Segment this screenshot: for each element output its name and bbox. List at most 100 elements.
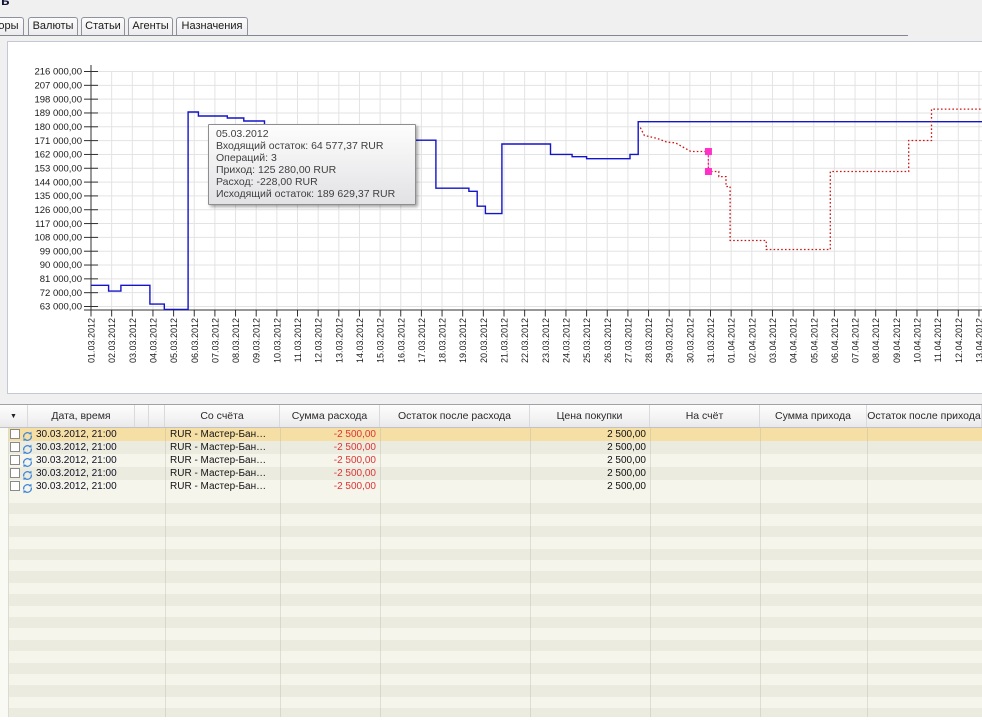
y-axis-label: 72 000,00 bbox=[40, 288, 82, 299]
empty-stripe bbox=[8, 594, 982, 605]
header-cell[interactable]: Цена покупки bbox=[530, 405, 650, 427]
x-axis-label: 17.03.2012 bbox=[417, 318, 427, 363]
cell-expense: -2 500,00 bbox=[280, 441, 376, 454]
x-axis-label: 23.03.2012 bbox=[541, 318, 551, 363]
selected-operation-marker[interactable] bbox=[705, 168, 712, 175]
x-axis-label: 06.03.2012 bbox=[190, 318, 200, 363]
row-checkbox[interactable] bbox=[10, 468, 20, 478]
cell-purchase-price: 2 500,00 bbox=[530, 467, 646, 480]
y-axis-label: 126 000,00 bbox=[34, 205, 82, 216]
cell-date: 30.03.2012, 21:00 bbox=[36, 441, 134, 454]
x-axis-label: 05.04.2012 bbox=[809, 318, 819, 363]
x-axis-label: 03.03.2012 bbox=[128, 318, 138, 363]
tab-agents[interactable]: Агенты bbox=[128, 17, 173, 35]
empty-stripe bbox=[8, 514, 982, 525]
x-axis-label: 10.03.2012 bbox=[272, 318, 282, 363]
cell-expense: -2 500,00 bbox=[280, 454, 376, 467]
x-axis-label: 10.04.2012 bbox=[913, 318, 923, 363]
row-checkbox[interactable] bbox=[10, 429, 20, 439]
column-separator bbox=[867, 428, 868, 717]
header-cell[interactable] bbox=[135, 405, 149, 427]
empty-stripe bbox=[8, 651, 982, 662]
selected-operation-marker[interactable] bbox=[705, 148, 712, 155]
cell-expense: -2 500,00 bbox=[280, 467, 376, 480]
x-axis-label: 06.04.2012 bbox=[830, 318, 840, 363]
tab-label: Валюты bbox=[33, 20, 74, 32]
cell-from-account: RUR - Мастер-Бан… bbox=[170, 441, 276, 454]
empty-stripe bbox=[8, 560, 982, 571]
x-axis-label: 29.03.2012 bbox=[665, 318, 675, 363]
row-checkbox[interactable] bbox=[10, 481, 20, 491]
y-axis-label: 207 000,00 bbox=[34, 81, 82, 92]
empty-stripe bbox=[8, 526, 982, 537]
cell-date: 30.03.2012, 21:00 bbox=[36, 454, 134, 467]
header-cell[interactable]: Сумма прихода bbox=[760, 405, 867, 427]
x-axis-label: 19.03.2012 bbox=[458, 318, 468, 363]
tab-label: Статьи bbox=[85, 20, 121, 32]
column-separator bbox=[380, 428, 381, 717]
header-filter-cell[interactable]: ▼ bbox=[0, 405, 28, 427]
transfer-icon bbox=[22, 468, 33, 479]
table-bottom-strip bbox=[0, 717, 982, 722]
header-cell[interactable] bbox=[149, 405, 165, 427]
x-axis-label: 12.04.2012 bbox=[954, 318, 964, 363]
header-cell[interactable]: Дата, время bbox=[28, 405, 135, 427]
y-axis-label: 99 000,00 bbox=[40, 246, 82, 257]
column-separator bbox=[650, 428, 651, 717]
y-axis-label: 108 000,00 bbox=[34, 233, 82, 244]
cell-from-account: RUR - Мастер-Бан… bbox=[170, 467, 276, 480]
x-axis-label: 04.04.2012 bbox=[789, 318, 799, 363]
tab-dogovory[interactable]: оры bbox=[0, 17, 24, 35]
x-axis-label: 24.03.2012 bbox=[561, 318, 571, 363]
header-cell[interactable]: Остаток после прихода bbox=[867, 405, 982, 427]
table-row[interactable]: 30.03.2012, 21:00 RUR - Мастер-Бан… -2 500… bbox=[0, 441, 982, 454]
empty-stripe bbox=[8, 549, 982, 560]
x-axis-label: 04.03.2012 bbox=[148, 318, 158, 363]
column-separator bbox=[165, 428, 166, 717]
table-row[interactable]: 30.03.2012, 21:00RUR - Мастер-Бан…-2 500… bbox=[0, 480, 982, 493]
tab-label: оры bbox=[0, 20, 19, 32]
empty-stripe bbox=[8, 617, 982, 628]
table-row[interactable]: 30.03.2012, 21:00RUR - Мастер-Бан…-2 500… bbox=[0, 428, 982, 441]
tab-assignments[interactable]: Назначения bbox=[176, 17, 248, 35]
x-axis-label: 21.03.2012 bbox=[500, 318, 510, 363]
cell-from-account: RUR - Мастер-Бан… bbox=[170, 428, 276, 441]
cell-date: 30.03.2012, 21:00 bbox=[36, 428, 134, 441]
x-axis-label: 14.03.2012 bbox=[355, 318, 365, 363]
transfer-icon bbox=[22, 429, 33, 440]
row-checkbox[interactable] bbox=[10, 455, 20, 465]
forecast-balance-line bbox=[640, 109, 982, 249]
table-header: ▼Дата, времяСо счётаСумма расходаОстаток… bbox=[0, 405, 982, 428]
header-cell[interactable]: Остаток после расхода bbox=[380, 405, 530, 427]
cell-date: 30.03.2012, 21:00 bbox=[36, 467, 134, 480]
table-row[interactable]: 30.03.2012, 21:00 RUR - Мастер-Бан… -2 500… bbox=[0, 454, 982, 467]
balance-chart[interactable]: 63 000,0072 000,0081 000,0090 000,0099 0… bbox=[8, 42, 982, 393]
row-checkbox[interactable] bbox=[10, 442, 20, 452]
header-cell[interactable]: Сумма расхода bbox=[280, 405, 380, 427]
cell-date: 30.03.2012, 21:00 bbox=[36, 480, 134, 493]
y-axis-label: 144 000,00 bbox=[34, 177, 82, 188]
x-axis-label: 31.03.2012 bbox=[706, 318, 716, 363]
header-cell[interactable]: На счёт bbox=[650, 405, 760, 427]
header-cell[interactable]: Со счёта bbox=[165, 405, 280, 427]
tab-currencies[interactable]: Валюты bbox=[28, 17, 78, 35]
filter-dropdown-icon[interactable]: ▼ bbox=[10, 413, 17, 420]
empty-stripe bbox=[8, 571, 982, 582]
column-separator bbox=[760, 428, 761, 717]
empty-stripe bbox=[8, 674, 982, 685]
transfer-icon bbox=[22, 481, 33, 492]
y-axis-label: 81 000,00 bbox=[40, 274, 82, 285]
column-separator bbox=[280, 428, 281, 717]
x-axis-label: 02.03.2012 bbox=[107, 318, 117, 363]
x-axis-label: 05.03.2012 bbox=[169, 318, 179, 363]
empty-stripe bbox=[8, 697, 982, 708]
x-axis-label: 03.04.2012 bbox=[768, 318, 778, 363]
x-axis-label: 28.03.2012 bbox=[644, 318, 654, 363]
cell-from-account: RUR - Мастер-Бан… bbox=[170, 454, 276, 467]
x-axis-label: 01.03.2012 bbox=[87, 318, 97, 363]
x-axis-label: 22.03.2012 bbox=[520, 318, 530, 363]
tooltip-date: 05.03.2012 bbox=[216, 128, 408, 140]
table-row[interactable]: 30.03.2012, 21:00 RUR - Мастер-Бан… -2 500… bbox=[0, 467, 982, 480]
x-axis-label: 20.03.2012 bbox=[479, 318, 489, 363]
tab-articles[interactable]: Статьи bbox=[81, 17, 125, 35]
